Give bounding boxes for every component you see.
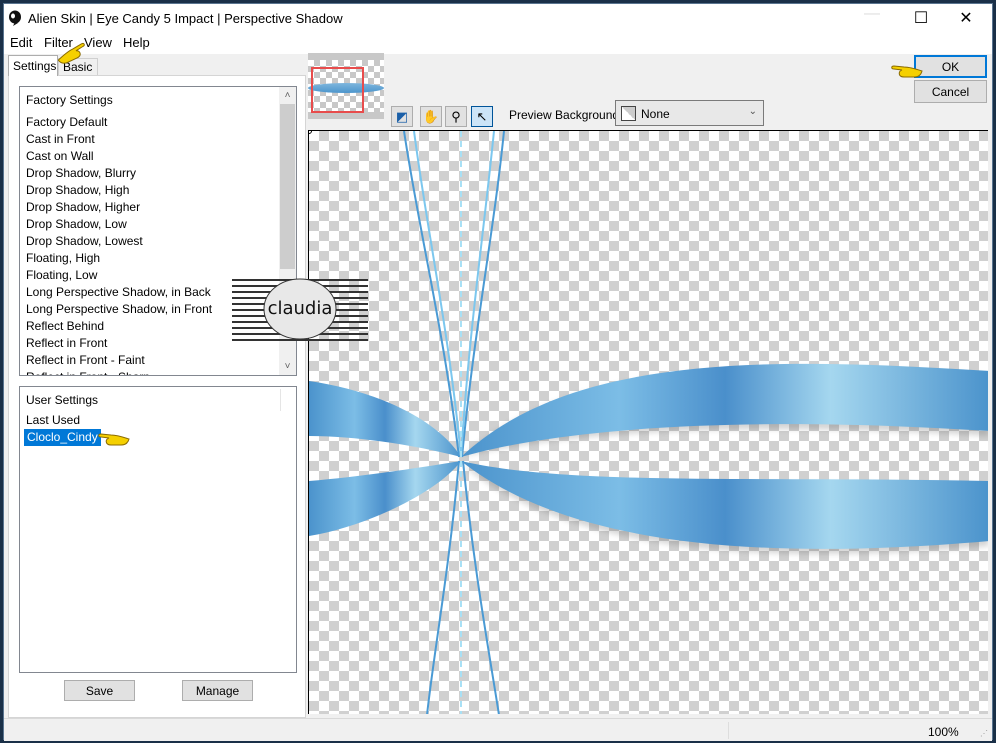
scrollbar-thumb[interactable] bbox=[280, 104, 295, 269]
list-item[interactable]: Factory Default bbox=[26, 114, 212, 131]
zoom-tool-button[interactable]: ⚲ bbox=[445, 106, 467, 127]
claudia-watermark: claudia bbox=[232, 278, 368, 341]
preview-background-select[interactable]: None ⌄ bbox=[615, 100, 764, 126]
pointer-icon: ↖ bbox=[476, 108, 488, 124]
user-settings-list[interactable]: User Settings Last Used Cloclo_Cindy bbox=[19, 386, 297, 673]
list-item[interactable]: Cast on Wall bbox=[26, 148, 212, 165]
scroll-up-arrow-icon[interactable]: ˄ bbox=[279, 87, 296, 104]
close-button[interactable]: ✕ bbox=[944, 4, 988, 32]
ribbon-bottom-left bbox=[309, 461, 461, 536]
list-item[interactable]: Drop Shadow, Higher bbox=[26, 199, 212, 216]
list-item[interactable]: Reflect in Front - Sharp bbox=[26, 369, 212, 375]
list-item[interactable]: Drop Shadow, Blurry bbox=[26, 165, 212, 182]
list-item[interactable]: Drop Shadow, Low bbox=[26, 216, 212, 233]
list-item-last-used[interactable]: Last Used bbox=[26, 412, 101, 429]
list-item[interactable]: Floating, Low bbox=[26, 267, 212, 284]
list-item[interactable]: Reflect in Front bbox=[26, 335, 212, 352]
zoom-level: 100% bbox=[928, 725, 959, 739]
preview-canvas[interactable] bbox=[308, 130, 988, 714]
list-item[interactable]: Cast in Front bbox=[26, 131, 212, 148]
zoom-icon: ⚲ bbox=[451, 108, 461, 124]
transparent-swatch-icon bbox=[621, 106, 636, 121]
eye-candy-dialog: Alien Skin | Eye Candy 5 Impact | Perspe… bbox=[3, 3, 993, 741]
preview-background-label: Preview Background: bbox=[509, 108, 623, 122]
selected-item-label: Cloclo_Cindy bbox=[24, 429, 101, 446]
scroll-down-arrow-icon[interactable]: ˅ bbox=[279, 358, 296, 375]
manage-button[interactable]: Manage bbox=[182, 680, 253, 701]
hand-icon: ✋ bbox=[422, 108, 440, 124]
pointing-hand-icon bbox=[98, 433, 130, 446]
user-settings-items: Last Used Cloclo_Cindy bbox=[24, 412, 101, 446]
title-bar: Alien Skin | Eye Candy 5 Impact | Perspe… bbox=[4, 4, 992, 32]
user-settings-header: User Settings bbox=[26, 393, 99, 407]
ok-button[interactable]: OK bbox=[914, 55, 987, 78]
svg-text:claudia: claudia bbox=[268, 298, 333, 319]
minimize-button[interactable]: — bbox=[850, 0, 894, 28]
ribbon-bottom-right bbox=[461, 461, 988, 549]
list-item[interactable]: Reflect Behind bbox=[26, 318, 212, 335]
pointer-tool-button[interactable]: ↖ bbox=[471, 106, 493, 127]
save-button[interactable]: Save bbox=[64, 680, 135, 701]
alien-skin-logo-icon bbox=[9, 10, 21, 26]
list-item[interactable]: Floating, High bbox=[26, 250, 212, 267]
preview-toggle-icon: ◩ bbox=[395, 108, 409, 124]
menu-bar: Edit Filter View Help bbox=[4, 32, 992, 54]
list-item[interactable]: Long Perspective Shadow, in Back bbox=[26, 284, 212, 301]
preview-image bbox=[309, 131, 988, 714]
cancel-button[interactable]: Cancel bbox=[914, 80, 987, 103]
preview-background-value: None bbox=[641, 107, 670, 121]
toggle-preview-button[interactable]: ◩ bbox=[391, 106, 413, 127]
header-divider bbox=[280, 389, 281, 411]
factory-settings-items: Factory Default Cast in Front Cast on Wall… bbox=[26, 114, 212, 375]
list-item[interactable]: Drop Shadow, High bbox=[26, 182, 212, 199]
status-separator bbox=[728, 722, 729, 739]
navigator-view-frame[interactable] bbox=[311, 67, 364, 113]
list-item[interactable]: Reflect in Front - Faint bbox=[26, 352, 212, 369]
status-bar: 100% ⋰ bbox=[4, 718, 992, 741]
hand-tool-button[interactable]: ✋ bbox=[420, 106, 442, 127]
list-item[interactable]: Drop Shadow, Lowest bbox=[26, 233, 212, 250]
maximize-button[interactable]: ☐ bbox=[899, 4, 943, 32]
window-title: Alien Skin | Eye Candy 5 Impact | Perspe… bbox=[28, 11, 343, 26]
list-item-cloclo-cindy[interactable]: Cloclo_Cindy bbox=[24, 429, 101, 446]
factory-settings-header: Factory Settings bbox=[26, 93, 113, 107]
tab-settings[interactable]: Settings bbox=[8, 55, 58, 76]
menu-edit[interactable]: Edit bbox=[10, 35, 32, 50]
settings-panel: Factory Settings Factory Default Cast in … bbox=[8, 75, 306, 718]
ribbon-top-right bbox=[461, 363, 988, 457]
navigator-thumbnail[interactable] bbox=[308, 53, 384, 119]
list-item[interactable]: Long Perspective Shadow, in Front bbox=[26, 301, 212, 318]
resize-grip-icon[interactable]: ⋰ bbox=[980, 729, 990, 739]
menu-help[interactable]: Help bbox=[123, 35, 150, 50]
ribbon-top-left bbox=[309, 381, 461, 457]
chevron-down-icon: ⌄ bbox=[748, 106, 757, 117]
pointing-hand-icon bbox=[891, 65, 923, 78]
